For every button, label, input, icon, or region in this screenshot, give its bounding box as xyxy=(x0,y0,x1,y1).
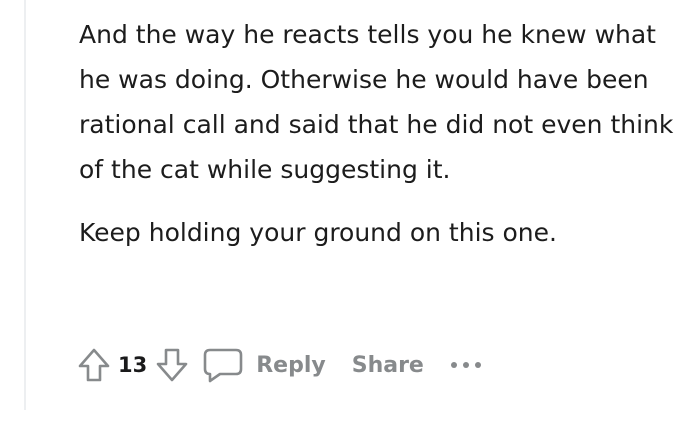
downvote-arrow-icon xyxy=(156,348,188,382)
upvote-button[interactable] xyxy=(74,343,114,387)
reply-label: Reply xyxy=(256,352,326,378)
more-options-button[interactable] xyxy=(446,343,486,387)
comment-action-bar: 13 Reply Share xyxy=(74,341,486,389)
share-label: Share xyxy=(351,352,424,378)
upvote-arrow-icon xyxy=(78,348,110,382)
speech-bubble-icon xyxy=(203,348,243,383)
comment-paragraph: And the way he reacts tells you he knew … xyxy=(79,20,674,184)
vote-count: 13 xyxy=(118,353,148,377)
share-button[interactable]: Share xyxy=(346,343,430,387)
ellipsis-icon xyxy=(450,362,481,368)
reply-button[interactable]: Reply xyxy=(196,343,332,387)
comment: And the way he reacts tells you he knew … xyxy=(0,0,700,434)
thread-line[interactable] xyxy=(24,0,26,410)
comment-body: And the way he reacts tells you he knew … xyxy=(79,12,679,255)
comment-paragraph: Keep holding your ground on this one. xyxy=(79,218,557,247)
downvote-button[interactable] xyxy=(152,343,192,387)
